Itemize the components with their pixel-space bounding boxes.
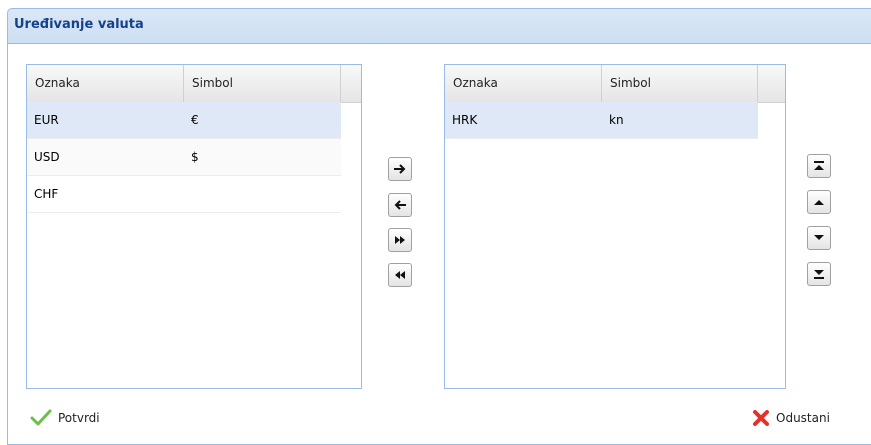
move-down-button[interactable] [807, 226, 831, 250]
column-header-code[interactable]: Oznaka [27, 65, 184, 102]
column-header-spacer [758, 65, 785, 102]
table-row[interactable]: CHF [27, 176, 341, 213]
grid-header: Oznaka Simbol [27, 65, 361, 103]
move-bottom-icon [814, 270, 824, 279]
currency-symbol: kn [609, 113, 624, 127]
currency-symbol: $ [191, 150, 199, 164]
cancel-label: Odustani [776, 411, 830, 425]
move-right-icon [394, 164, 406, 174]
column-header-symbol[interactable]: Simbol [184, 65, 341, 102]
available-currencies-grid[interactable]: Oznaka Simbol EUR € USD $ CHF [26, 64, 362, 389]
move-all-right-icon [395, 236, 405, 244]
move-top-button[interactable] [807, 154, 831, 178]
window-title: Uređivanje valuta [14, 17, 144, 32]
move-up-button[interactable] [807, 190, 831, 214]
table-row[interactable]: EUR € [27, 102, 341, 139]
move-top-icon [814, 161, 824, 170]
currency-code: EUR [34, 113, 59, 127]
move-up-icon [814, 200, 824, 205]
column-header-code[interactable]: Oznaka [445, 65, 602, 102]
column-header-symbol[interactable]: Simbol [602, 65, 758, 102]
move-right-button[interactable] [388, 157, 412, 181]
column-header-spacer [341, 65, 361, 102]
currency-code: USD [34, 150, 60, 164]
currency-edit-window: Uređivanje valuta Oznaka Simbol EUR € US… [7, 8, 871, 445]
currency-symbol: € [191, 113, 199, 127]
table-row[interactable]: USD $ [27, 139, 341, 176]
move-left-icon [394, 200, 406, 210]
move-all-right-button[interactable] [388, 228, 412, 252]
currency-code: CHF [34, 187, 59, 201]
move-bottom-button[interactable] [807, 262, 831, 286]
move-all-left-button[interactable] [388, 263, 412, 287]
currency-symbol [184, 176, 341, 212]
chosen-currencies-grid[interactable]: Oznaka Simbol HRK kn [444, 64, 786, 389]
close-icon [752, 409, 770, 427]
window-titlebar[interactable]: Uređivanje valuta [8, 9, 871, 43]
checkmark-icon [30, 409, 52, 427]
window-body: Oznaka Simbol EUR € USD $ CHF Oznaka Sim… [8, 43, 871, 444]
move-all-left-icon [395, 271, 405, 279]
move-down-icon [814, 235, 824, 240]
currency-code: HRK [452, 113, 478, 127]
move-left-button[interactable] [388, 193, 412, 217]
confirm-button[interactable]: Potvrdi [30, 406, 100, 430]
cancel-button[interactable]: Odustani [752, 406, 830, 430]
table-row[interactable]: HRK kn [445, 102, 758, 139]
grid-header: Oznaka Simbol [445, 65, 785, 103]
confirm-label: Potvrdi [58, 411, 100, 425]
